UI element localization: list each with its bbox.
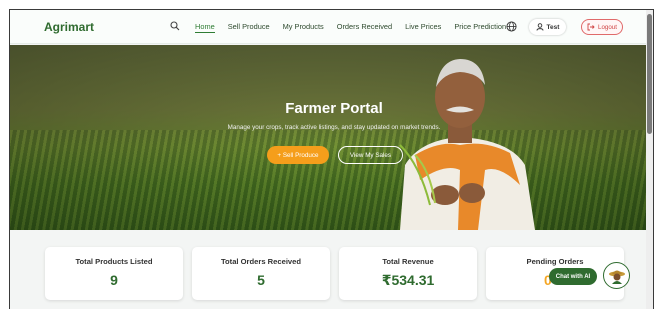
chatbot-avatar-icon[interactable] <box>603 262 630 289</box>
globe-icon[interactable] <box>506 21 517 32</box>
search-icon[interactable] <box>170 21 180 31</box>
hero-banner: Farmer Portal Manage your crops, track a… <box>10 45 648 230</box>
farmer-photo <box>399 59 535 230</box>
stat-label: Total Orders Received <box>220 257 302 266</box>
scrollbar-thumb[interactable] <box>647 14 652 134</box>
hero-title: Farmer Portal <box>285 100 383 117</box>
user-button[interactable]: Test <box>529 19 566 35</box>
sell-produce-button[interactable]: + Sell Produce <box>267 146 329 164</box>
stat-card-products-listed: Total Products Listed 9 <box>45 247 183 300</box>
hero-subtitle: Manage your crops, track active listings… <box>227 124 441 131</box>
scrollbar[interactable] <box>646 10 653 309</box>
stat-value: 9 <box>110 272 118 288</box>
logout-button[interactable]: Logout <box>581 19 623 35</box>
logout-icon <box>587 23 595 31</box>
nav-price-prediction[interactable]: Price Prediction <box>454 22 506 33</box>
view-my-sales-button[interactable]: View My Sales <box>338 146 403 164</box>
user-icon <box>536 23 543 31</box>
stat-card-orders-received: Total Orders Received 5 <box>192 247 330 300</box>
browser-viewport: Agrimart Home Sell Produce My Products O… <box>9 9 654 309</box>
nav-live-prices[interactable]: Live Prices <box>405 22 441 33</box>
user-name: Test <box>546 23 560 31</box>
nav-orders-received[interactable]: Orders Received <box>337 22 392 33</box>
stat-label: Total Revenue <box>382 257 434 266</box>
logout-label: Logout <box>598 23 617 31</box>
brand-logo[interactable]: Agrimart <box>44 20 94 34</box>
nav-sell-produce[interactable]: Sell Produce <box>228 22 270 33</box>
navbar: Agrimart Home Sell Produce My Products O… <box>10 10 648 44</box>
farmer-bot-icon <box>608 270 625 284</box>
nav-links: Home Sell Produce My Products Orders Rec… <box>195 22 519 33</box>
stat-card-total-revenue: Total Revenue ₹534.31 <box>339 247 477 300</box>
stat-label: Total Products Listed <box>75 257 153 266</box>
chat-with-ai-button[interactable]: Chat with AI <box>549 268 597 285</box>
stat-label: Pending Orders <box>526 257 584 266</box>
stat-value: 5 <box>257 272 265 288</box>
nav-home[interactable]: Home <box>195 22 215 33</box>
stat-value: ₹534.31 <box>381 272 435 288</box>
nav-my-products[interactable]: My Products <box>283 22 324 33</box>
